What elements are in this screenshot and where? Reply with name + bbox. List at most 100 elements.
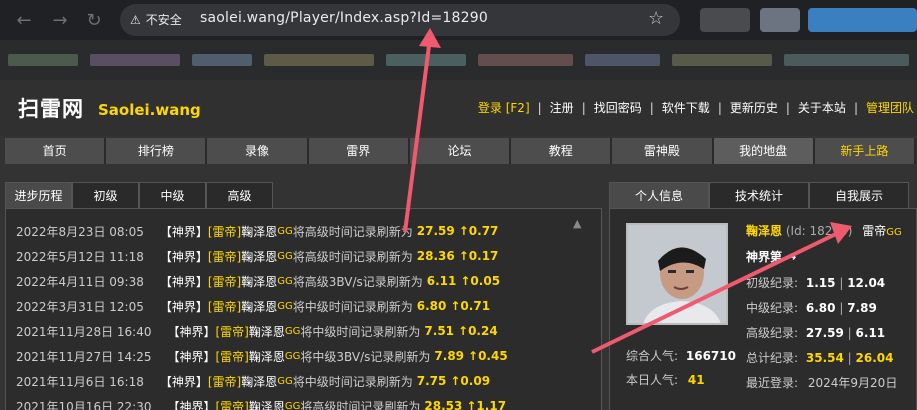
record-increment: ↑0.09 (450, 374, 491, 388)
record-date: 2021年11月27日 14:25 (16, 349, 152, 364)
record-player-name[interactable]: 鞠泽恩 (249, 398, 285, 410)
record-increment: ↑0.05 (460, 274, 501, 288)
record-tag-world: 【神界】 (159, 274, 208, 289)
blurred-bookmark[interactable] (264, 54, 374, 66)
profile-name[interactable]: 鞠泽恩 (746, 224, 782, 238)
url-text[interactable]: saolei.wang/Player/Index.asp?Id=18290 (200, 10, 488, 26)
record-player-name[interactable]: 鞠泽恩 (241, 248, 277, 265)
record-tag-rank: [雷帝] (215, 399, 249, 410)
avatar[interactable] (626, 223, 728, 325)
record-tag-world: 【神界】 (159, 224, 208, 239)
record-value[interactable]: 28.53 (424, 399, 462, 410)
tab-intermediate[interactable]: 中级 (139, 182, 206, 208)
security-indicator[interactable]: ⚠ 不安全 (130, 11, 182, 28)
nav-forum[interactable]: 论坛 (409, 138, 512, 164)
blurred-bookmark[interactable] (672, 54, 772, 66)
changelog-link[interactable]: 更新历史 (730, 99, 778, 116)
record-value[interactable]: 7.75 (417, 374, 447, 388)
record-value[interactable]: 27.59 (417, 224, 455, 238)
profile-title-arrow: → (786, 250, 797, 264)
blurred-profile-area[interactable] (808, 8, 917, 32)
about-link[interactable]: 关于本站 (798, 99, 846, 116)
tab-expert[interactable]: 高级 (206, 182, 273, 208)
register-link[interactable]: 注册 (550, 99, 574, 116)
tab-beginner[interactable]: 初级 (72, 182, 139, 208)
record-value[interactable]: 6.11 (427, 274, 457, 288)
avatar-photo (628, 225, 726, 323)
record-gg-badge: GG (277, 300, 293, 312)
profile-title[interactable]: 神界第 (746, 250, 782, 264)
record-tag-world: 【神界】 (159, 299, 208, 314)
blurred-bookmark[interactable] (8, 54, 78, 66)
table-row: 2021年11月6日 16:18 【神界】 [雷帝] 鞠泽恩 GG 将中级时间记录刷新为… (16, 371, 490, 391)
tab-self-showcase[interactable]: 自我展示 (809, 182, 909, 208)
table-row: 2021年11月28日 16:40 【神界】 [雷帝] 鞠泽恩 GG 将中级时间记录刷新… (16, 321, 498, 341)
blurred-bookmark[interactable] (386, 54, 466, 66)
blurred-bookmark[interactable] (784, 54, 909, 66)
record-player-name[interactable]: 鞠泽恩 (241, 373, 277, 390)
forward-arrow-icon[interactable]: → (46, 6, 74, 34)
record-tag-world: 【神界】 (167, 399, 216, 410)
nav-videos[interactable]: 录像 (207, 138, 309, 164)
expert-record: 高级纪录: 27.59 | 6.11 (746, 326, 886, 340)
nav-home[interactable]: 首页 (5, 138, 107, 164)
record-tag-rank: [雷帝] (215, 349, 249, 364)
record-value[interactable]: 28.36 (417, 249, 455, 263)
record-tag-world: 【神界】 (159, 374, 208, 389)
blurred-bookmark[interactable] (192, 54, 252, 66)
popularity: 综合人气: 166710 (626, 349, 736, 363)
profile-rank: 雷帝 (862, 224, 887, 238)
record-increment: ↑0.45 (468, 349, 508, 363)
table-row: 2022年5月12日 11:18 【神界】 [雷帝] 鞠泽恩 GG 将高级时间记录刷新为… (16, 246, 498, 266)
record-date: 2022年5月12日 11:18 (16, 249, 144, 264)
admin-team-link[interactable]: 管理团队 (866, 99, 914, 116)
tab-personal-info[interactable]: 个人信息 (609, 182, 709, 208)
record-increment: ↑0.17 (458, 249, 499, 263)
record-tag-world: 【神界】 (159, 249, 208, 264)
tab-tech-stats[interactable]: 技术统计 (709, 182, 809, 208)
bookmark-star-icon[interactable]: ☆ (648, 8, 664, 29)
record-value[interactable]: 7.51 (424, 324, 454, 338)
record-gg-badge: GG (277, 225, 293, 237)
login-link[interactable]: 登录 [F2] (478, 99, 530, 116)
nav-hall[interactable]: 雷神殿 (612, 138, 714, 164)
beginner-record: 初级纪录: 1.15 | 12.04 (746, 276, 886, 290)
blurred-extension-icon[interactable] (760, 8, 800, 32)
blurred-bookmark[interactable] (585, 54, 660, 66)
nav-my-space[interactable]: 我的地盘 (713, 138, 815, 164)
record-tag-rank: [雷帝] (207, 249, 242, 264)
recover-password-link[interactable]: 找回密码 (594, 99, 642, 116)
profile-id: (Id: 18290) (785, 224, 853, 238)
record-increment: ↑0.71 (450, 299, 491, 313)
record-value[interactable]: 7.89 (434, 349, 464, 363)
record-text: 将中级时间记录刷新为 (292, 374, 413, 389)
site-logo-latin[interactable]: Saolei.wang (98, 101, 201, 119)
download-link[interactable]: 软件下载 (662, 99, 710, 116)
blurred-bookmark[interactable] (90, 54, 180, 66)
record-player-name[interactable]: 鞠泽恩 (249, 323, 285, 340)
browser-toolbar: ← → ↻ ⚠ 不安全 saolei.wang/Player/Index.asp… (0, 0, 917, 40)
blurred-bookmark[interactable] (478, 54, 573, 66)
record-text: 将高级时间记录刷新为 (292, 249, 413, 264)
nav-newbie[interactable]: 新手上路 (814, 138, 916, 164)
record-tag-rank: [雷帝] (207, 224, 242, 239)
back-arrow-icon[interactable]: ← (10, 6, 38, 34)
site-logo[interactable]: 扫雷网 (18, 93, 84, 123)
blurred-extension-icon[interactable] (700, 8, 750, 32)
reload-icon[interactable]: ↻ (80, 6, 108, 34)
record-gg-badge: GG (284, 350, 301, 362)
record-text: 将中级3BV/s记录刷新为 (300, 349, 431, 364)
nav-rankings[interactable]: 排行榜 (106, 138, 208, 164)
nav-world[interactable]: 雷界 (308, 138, 410, 164)
record-value[interactable]: 6.80 (417, 299, 447, 313)
record-player-name[interactable]: 鞠泽恩 (249, 348, 285, 365)
record-tag-world: 【神界】 (167, 324, 216, 339)
scroll-up-icon[interactable]: ▲ (573, 217, 581, 230)
record-player-name[interactable]: 鞠泽恩 (241, 223, 277, 240)
record-player-name[interactable]: 鞠泽恩 (241, 298, 277, 315)
main-nav: 首页 排行榜 录像 雷界 论坛 教程 雷神殿 我的地盘 新手上路 (5, 138, 916, 164)
record-player-name[interactable]: 鞠泽恩 (241, 273, 277, 290)
tab-progress[interactable]: 进步历程 (5, 182, 72, 208)
record-tag-world: 【神界】 (167, 349, 216, 364)
nav-tutorial[interactable]: 教程 (511, 138, 613, 164)
